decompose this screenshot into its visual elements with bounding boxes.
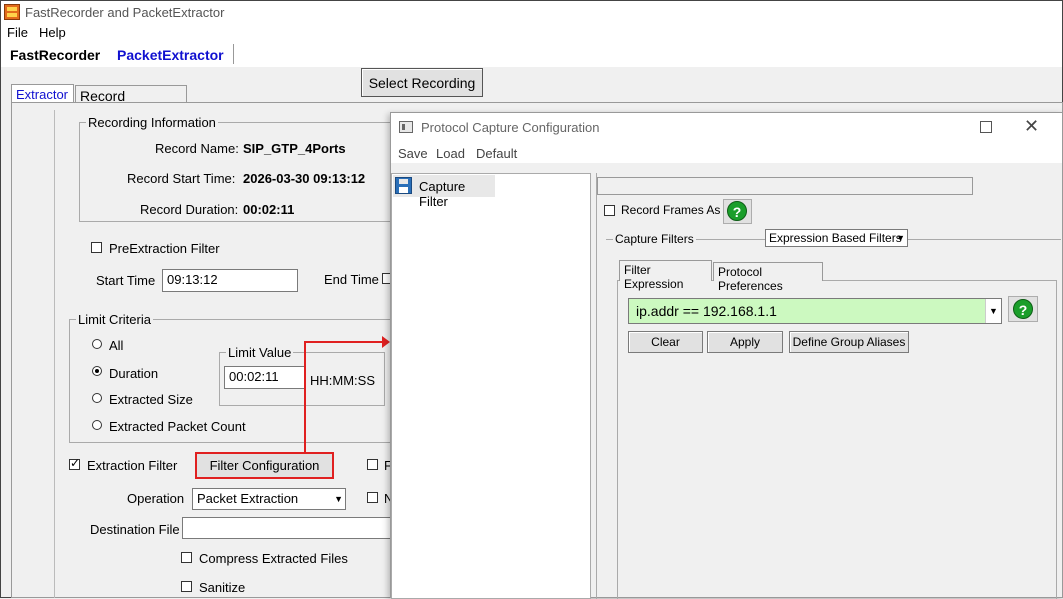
dialog-top-bar [597,177,973,195]
dialog-window-icon [399,121,413,133]
record-start-label: Record Start Time: [127,171,236,186]
radio-all-label: All [109,338,124,353]
record-duration-label: Record Duration: [140,202,239,217]
operation-label: Operation [127,491,185,506]
record-frames-help-button[interactable]: ? [723,199,752,224]
dialog-menu-save[interactable]: Save [398,146,428,161]
record-name-label: Record Name: [155,141,239,156]
app-title: FastRecorder and PacketExtractor [25,5,225,20]
define-group-aliases-button[interactable]: Define Group Aliases [789,331,909,353]
radio-extracted-packet-count-label: Extracted Packet Count [109,419,246,434]
dialog-title-bar: Protocol Capture Configuration ✕ [391,113,1062,143]
radio-duration-label: Duration [109,366,159,381]
radio-extracted-size[interactable] [92,393,102,403]
help-icon: ? [1013,299,1033,319]
annotation-arrow-icon [382,336,390,348]
dialog-menu-default[interactable]: Default [476,146,517,161]
dialog-menu-load[interactable]: Load [436,146,465,161]
close-icon[interactable]: ✕ [1024,116,1039,137]
annotation-line-vertical [304,341,306,453]
tab-divider [233,44,234,64]
annotation-line-horizontal [304,341,388,343]
preextraction-checkbox[interactable] [91,242,102,253]
limit-criteria-title: Limit Criteria [76,312,153,327]
tab-packetextractor[interactable]: PacketExtractor [117,47,224,63]
tree-item-capture-filter[interactable]: Capture Filter [393,175,495,209]
radio-extracted-size-label: Extracted Size [109,392,193,407]
radio-all[interactable] [92,339,102,349]
help-icon: ? [727,201,747,221]
menu-help[interactable]: Help [39,25,66,40]
chevron-down-icon: ▼ [989,306,998,316]
compress-checkbox[interactable] [181,552,192,563]
clear-button[interactable]: Clear [628,331,703,353]
menu-bar: File Help [1,23,1062,41]
destination-file-label: Destination File [90,522,180,537]
protocol-capture-dialog: Protocol Capture Configuration ✕ Save Lo… [390,112,1063,599]
tab-fastrecorder[interactable]: FastRecorder [10,47,100,63]
chevron-down-icon: ▼ [334,494,343,504]
limit-value-input[interactable]: 00:02:11 [224,366,306,389]
title-bar: FastRecorder and PacketExtractor [1,1,1062,23]
sanitize-label: Sanitize [199,580,246,595]
tab-extractor[interactable]: Extractor [11,84,74,103]
filter-expression-value: ip.addr == 192.168.1.1 [636,303,777,319]
floppy-disk-icon [395,177,412,194]
select-recording-button[interactable]: Select Recording [361,68,483,97]
expression-dropdown[interactable]: ▼ [985,299,1001,323]
maximize-icon[interactable] [980,121,992,133]
start-time-input[interactable]: 09:13:12 [162,269,298,292]
right-checkbox-2[interactable] [367,492,378,503]
inner-panel-left-edge [54,110,55,598]
recording-info-title: Recording Information [86,115,218,130]
expression-help-button[interactable]: ? [1008,296,1038,322]
dialog-menu-bar: Save Load Default [391,143,1062,163]
extraction-filter-checkbox[interactable] [69,456,80,470]
record-frames-checkbox[interactable] [604,205,615,216]
record-frames-label: Record Frames As Is [621,203,734,217]
limit-unit-label: HH:MM:SS [310,373,375,388]
compress-label: Compress Extracted Files [199,551,348,566]
filter-mode-select[interactable]: Expression Based Filters ▼ [765,229,908,247]
tab-record-statistics[interactable]: Record Statistics [75,85,187,120]
capture-filters-label: Capture Filters [613,232,696,246]
sanitize-checkbox[interactable] [181,581,192,592]
filter-configuration-button[interactable]: Filter Configuration [195,452,334,479]
menu-file[interactable]: File [7,25,28,40]
preextraction-label: PreExtraction Filter [109,241,220,256]
extraction-filter-label: Extraction Filter [87,458,178,473]
apply-button[interactable]: Apply [707,331,783,353]
operation-select[interactable]: Packet Extraction ▼ [192,488,346,510]
end-time-label: End Time [324,272,379,287]
record-start-value: 2026-03-30 09:13:12 [243,171,366,186]
radio-extracted-packet-count[interactable] [92,420,102,430]
tab-filter-expression[interactable]: Filter Expression [619,260,712,291]
filter-tab-panel [617,280,1057,599]
destination-file-input[interactable] [182,517,392,539]
operation-select-value: Packet Extraction [197,491,299,506]
record-duration-value: 00:02:11 [243,202,295,217]
tab-protocol-preferences[interactable]: Protocol Preferences [713,262,823,293]
app-icon [4,4,20,20]
filter-expression-combo[interactable]: ip.addr == 192.168.1.1 ▼ [628,298,1002,324]
limit-value-title: Limit Value [226,345,294,360]
dialog-tree-panel [391,173,591,599]
chevron-down-icon: ▼ [896,233,905,243]
radio-duration[interactable] [92,366,102,376]
start-time-label: Start Time [96,273,156,288]
right-checkbox-1[interactable] [367,459,378,470]
app-tabs: FastRecorder PacketExtractor [1,41,1062,67]
filter-mode-value: Expression Based Filters [769,231,902,245]
tree-item-label: Capture Filter [419,179,466,209]
dialog-title: Protocol Capture Configuration [421,120,600,135]
record-name-value: SIP_GTP_4Ports [243,141,346,156]
